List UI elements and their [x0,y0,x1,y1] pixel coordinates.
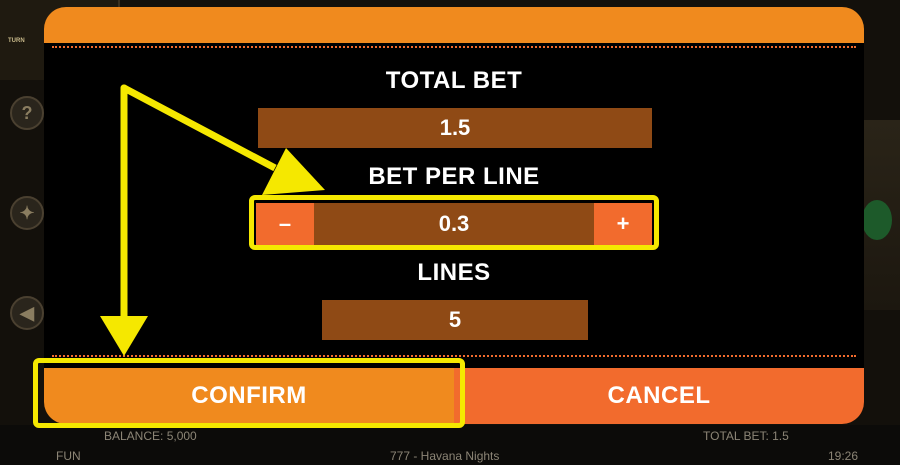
mode-text: FUN [56,449,81,463]
game-title: 777 - Havana Nights [390,449,500,463]
confirm-highlight [33,358,465,428]
settings-icon[interactable]: ✦ [10,196,44,230]
bet-per-line-label: BET PER LINE [368,163,540,190]
cancel-button[interactable]: CANCEL [454,368,864,424]
sound-icon[interactable]: ◀ [10,296,44,330]
right-side-decoration [860,120,900,310]
lines-label: LINES [417,259,491,286]
dialog-header-bar [44,7,864,43]
spin-button[interactable] [862,200,892,240]
lines-value: 5 [322,300,588,340]
bet-per-line-highlight [249,195,659,250]
total-bet-text: TOTAL BET: 1.5 [703,429,789,443]
help-icon[interactable]: ? [10,96,44,130]
bottom-divider [52,355,856,357]
clock: 19:26 [828,449,859,463]
balance-text: BALANCE: 5,000 [104,429,197,443]
total-bet-label: TOTAL BET [385,67,523,94]
total-bet-value: 1.5 [258,108,652,148]
left-panel-text: TURN [8,38,25,44]
top-divider [52,46,856,48]
status-bar: BALANCE: 5,000 FUN 777 - Havana Nights T… [0,425,900,465]
